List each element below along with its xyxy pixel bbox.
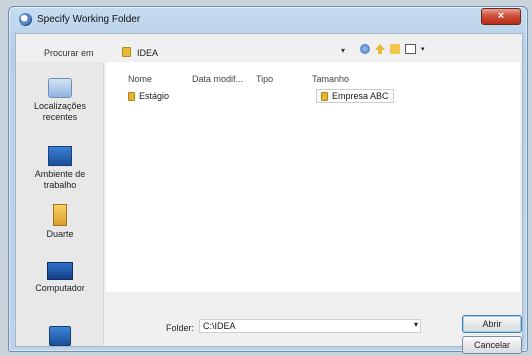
place-label: Ambiente de trabalho <box>34 169 86 190</box>
desktop-icon <box>48 146 72 166</box>
place-desktop[interactable]: Ambiente de trabalho <box>18 146 102 191</box>
place-network[interactable] <box>18 326 102 349</box>
column-header-size[interactable]: Tamanho <box>312 74 349 84</box>
toolbar: ▾ <box>360 44 425 54</box>
look-in-combobox[interactable]: IDEA <box>137 48 158 58</box>
cancel-button[interactable]: Cancelar <box>462 336 522 354</box>
open-button[interactable]: Abrir <box>462 315 522 333</box>
new-folder-icon[interactable] <box>390 44 400 54</box>
folder-icon <box>128 91 135 101</box>
view-menu-icon[interactable] <box>405 44 416 54</box>
place-recent[interactable]: Localizações recentes <box>18 78 102 123</box>
file-list[interactable]: Nome Data modif... Tipo Tamanho Estágio … <box>106 62 520 292</box>
chevron-down-icon[interactable]: ▾ <box>414 320 418 329</box>
folder-label: Folder: <box>166 323 195 333</box>
place-computer[interactable]: Computador <box>18 262 102 294</box>
folder-input[interactable]: C:\IDEA <box>199 319 421 333</box>
recent-places-icon <box>48 78 72 98</box>
dialog-window: Specify Working Folder × Procurar em IDE… <box>8 6 528 354</box>
places-bar: Localizações recentes Ambiente de trabal… <box>16 62 104 346</box>
user-folder-icon <box>53 204 67 226</box>
file-name: Estágio <box>139 91 170 101</box>
folder-icon <box>321 91 328 101</box>
computer-icon <box>47 262 73 280</box>
file-name: Empresa ABC <box>332 91 389 101</box>
place-user[interactable]: Duarte <box>18 204 102 240</box>
close-button[interactable]: × <box>481 8 521 25</box>
back-icon[interactable] <box>360 44 370 54</box>
column-header-type[interactable]: Tipo <box>256 74 273 84</box>
up-folder-icon[interactable] <box>375 44 385 54</box>
folder-icon <box>122 47 131 57</box>
dialog-body: Procurar em IDEA ▾ ▾ Localizações recent… <box>15 33 523 354</box>
list-item[interactable]: Empresa ABC <box>316 89 394 103</box>
look-in-label: Procurar em <box>44 48 94 58</box>
window-title: Specify Working Folder <box>37 14 141 25</box>
title-bar[interactable]: Specify Working Folder × <box>9 7 527 33</box>
place-label: Duarte <box>46 229 74 239</box>
place-label: Computador <box>35 283 85 293</box>
place-label: Localizações recentes <box>33 101 87 122</box>
chevron-down-icon[interactable]: ▾ <box>421 45 425 53</box>
column-header-name[interactable]: Nome <box>128 74 152 84</box>
network-icon <box>49 326 71 346</box>
list-item[interactable]: Estágio <box>128 91 169 101</box>
app-icon <box>19 13 32 26</box>
chevron-down-icon[interactable]: ▾ <box>341 46 345 55</box>
column-header-date[interactable]: Data modif... <box>192 74 243 84</box>
